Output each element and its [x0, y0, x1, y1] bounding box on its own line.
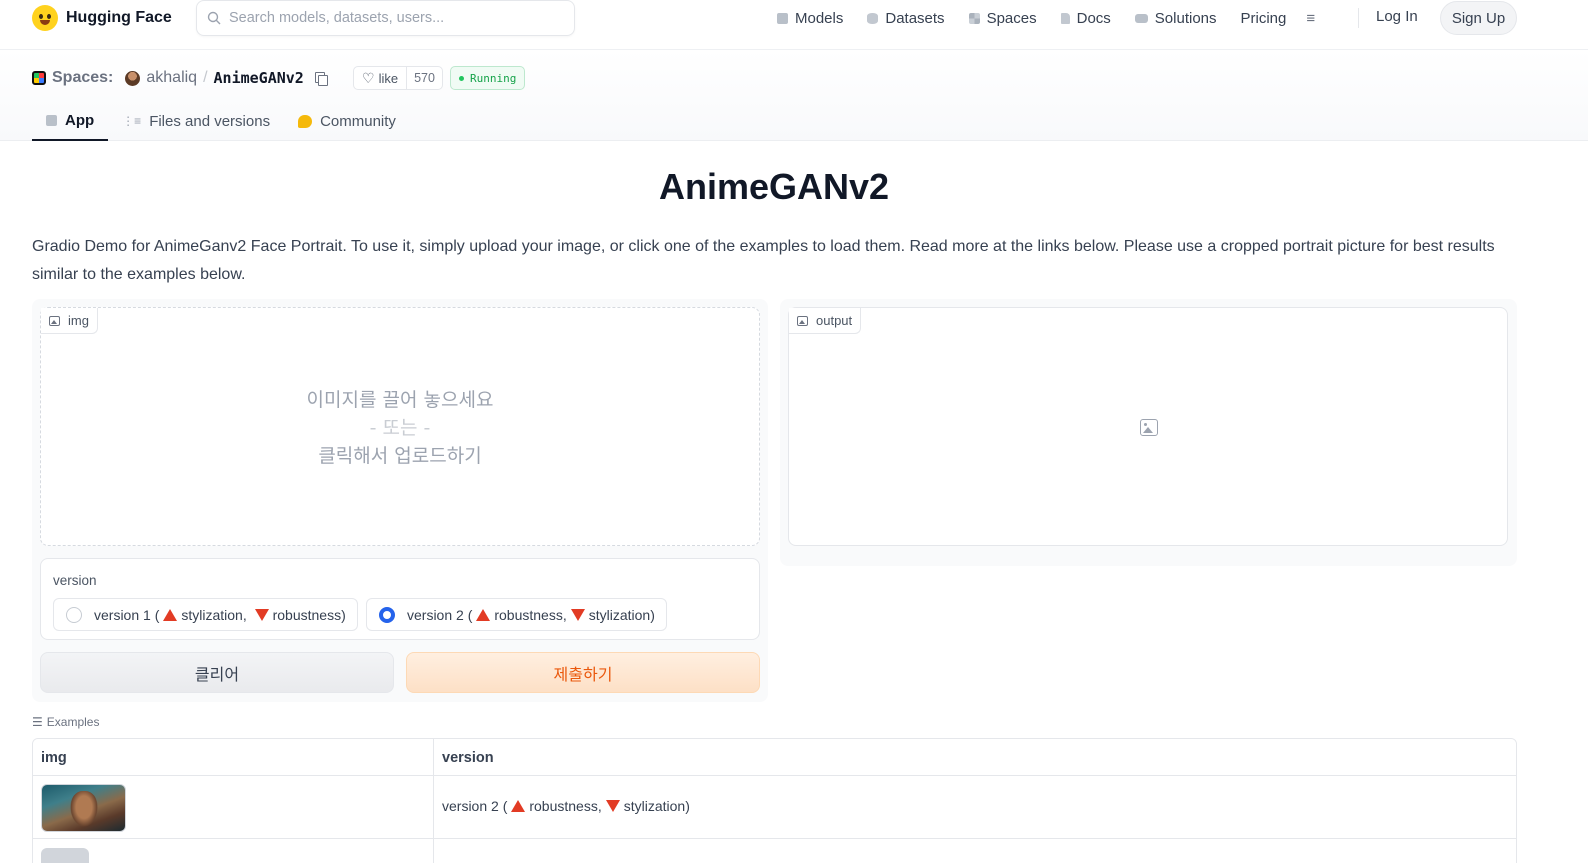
image-placeholder-icon [1140, 419, 1158, 436]
space-tabs: App ⋮≡ Files and versions Community [32, 101, 410, 141]
login-link[interactable]: Log In [1376, 8, 1418, 25]
spaces-icon [32, 71, 46, 85]
brand-name: Hugging Face [66, 9, 172, 26]
app-title: AnimeGANv2 [658, 166, 890, 207]
column-header-version: version [442, 750, 494, 766]
triangle-down-icon [605, 800, 620, 812]
examples-table-header: img version [33, 739, 1516, 776]
chat-bubble-icon [298, 114, 313, 128]
nav-solutions[interactable]: Solutions [1134, 10, 1217, 27]
version-1-radio[interactable]: version 1 (stylization, robustness) [53, 598, 358, 631]
radio-circle-icon[interactable] [379, 606, 395, 623]
image-icon [797, 315, 808, 326]
triangle-down-icon [254, 608, 269, 621]
nav-docs[interactable]: Docs [1060, 10, 1111, 27]
brand-home-link[interactable]: Hugging Face [32, 5, 172, 31]
owner-link[interactable]: akhaliq [146, 69, 197, 87]
grid-icon [968, 12, 980, 24]
main-nav: Models Datasets Spaces Docs Solutions Pr… [777, 6, 1315, 30]
image-upload-dropzone[interactable]: img 이미지를 끌어 놓으세요 - 또는 - 클릭해서 업로드하기 [40, 307, 760, 546]
nav-spaces[interactable]: Spaces [968, 10, 1037, 27]
like-button[interactable]: ♡ like 570 [353, 66, 443, 90]
list-icon: ☰ [32, 715, 43, 729]
copy-icon[interactable] [314, 71, 328, 86]
breadcrumb: Spaces: akhaliq / AnimeGANv2 [32, 67, 328, 89]
image-icon [49, 315, 60, 326]
submit-button[interactable]: 제출하기 [406, 652, 760, 693]
like-label: like [378, 70, 399, 86]
output-image-box: output [788, 307, 1508, 546]
top-navbar: Hugging Face Models Datasets Spaces Docs… [0, 0, 1588, 50]
repo-name-link[interactable]: AnimeGANv2 [214, 69, 304, 87]
search-input[interactable] [229, 10, 559, 26]
nav-datasets[interactable]: Datasets [867, 10, 945, 27]
space-header: Spaces: akhaliq / AnimeGANv2 ♡ like 570 R… [0, 50, 1588, 141]
tab-community[interactable]: Community [284, 101, 410, 141]
triangle-up-icon [163, 608, 178, 621]
tab-app[interactable]: App [32, 101, 109, 141]
output-panel: output [780, 299, 1517, 566]
column-divider [433, 739, 434, 863]
table-row[interactable] [33, 840, 1516, 863]
files-list-icon: ⋮≡ [122, 114, 142, 128]
heart-icon: ♡ [362, 69, 375, 86]
radio-circle-icon[interactable] [66, 606, 82, 623]
avatar [125, 70, 141, 86]
output-image-label: output [789, 308, 862, 334]
like-count: 570 [414, 71, 435, 85]
input-image-label: img [41, 308, 98, 334]
triangle-up-icon [476, 608, 491, 621]
example-thumbnail[interactable] [41, 784, 126, 832]
column-header-img: img [41, 750, 67, 766]
search-box[interactable] [196, 0, 575, 36]
spaces-label[interactable]: Spaces: [52, 69, 113, 87]
version-2-radio[interactable]: version 2 (robustness, stylization) [366, 598, 667, 631]
more-menu-icon[interactable]: ≡ [1306, 10, 1315, 27]
doc-icon [1060, 12, 1070, 24]
nav-divider [1358, 8, 1359, 28]
hugging-face-logo-icon [32, 5, 58, 31]
cube-icon [46, 114, 57, 126]
triangle-down-icon [570, 608, 585, 621]
status-dot-icon [459, 75, 464, 81]
version-label: version [53, 573, 97, 588]
briefcase-icon [1134, 13, 1148, 23]
status-text: Running [470, 71, 517, 85]
input-panel: img 이미지를 끌어 놓으세요 - 또는 - 클릭해서 업로드하기 versi… [32, 299, 768, 702]
status-badge: Running [450, 66, 526, 90]
example-version-text: version 2 (robustness, stylization) [442, 798, 690, 814]
clear-button[interactable]: 클리어 [40, 652, 394, 693]
nav-pricing[interactable]: Pricing [1241, 10, 1287, 27]
examples-table: img version version 2 (robustness, styliz… [32, 738, 1517, 863]
tab-files-and-versions[interactable]: ⋮≡ Files and versions [108, 101, 284, 141]
search-icon [207, 11, 221, 25]
examples-label: ☰ Examples [32, 715, 100, 729]
nav-models[interactable]: Models [777, 10, 843, 27]
table-row[interactable]: version 2 (robustness, stylization) [33, 776, 1516, 839]
app-description: Gradio Demo for AnimeGanv2 Face Portrait… [32, 238, 1495, 283]
version-radio-group: version version 1 (stylization, robustne… [40, 558, 760, 640]
upload-instructions: 이미지를 끌어 놓으세요 - 또는 - 클릭해서 업로드하기 [306, 389, 494, 467]
cube-icon [777, 12, 788, 24]
breadcrumb-separator: / [203, 69, 208, 86]
database-icon [867, 12, 879, 24]
example-thumbnail[interactable] [41, 848, 89, 863]
signup-button[interactable]: Sign Up [1440, 1, 1517, 35]
triangle-up-icon [511, 800, 526, 812]
